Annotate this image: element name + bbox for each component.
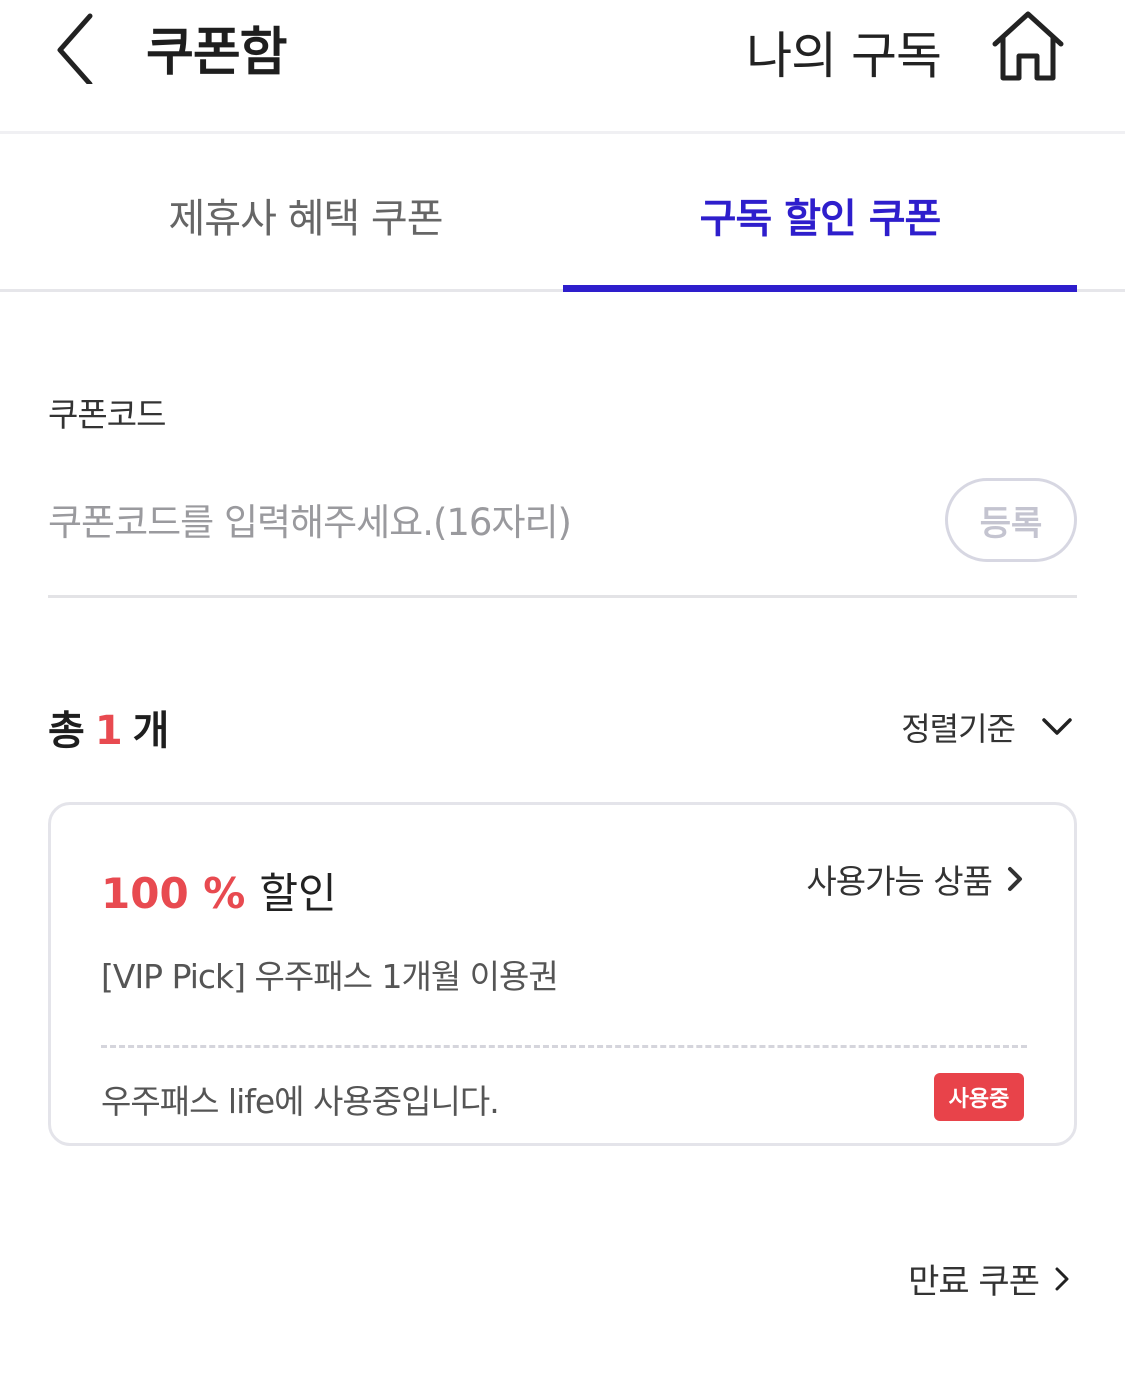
total-suffix: 개 [132, 708, 170, 754]
coupon-card: 100 % 할인 사용가능 상품 [VIP Pick] 우주패스 1개월 이용권… [48, 802, 1077, 1146]
home-button[interactable] [989, 8, 1067, 82]
register-button[interactable]: 등록 [945, 478, 1077, 562]
page-title: 쿠폰함 [146, 23, 288, 83]
dashed-divider [101, 1045, 1027, 1048]
discount-percent: 100 % [101, 869, 246, 918]
tab-subscription-coupons[interactable]: 구독 할인 쿠폰 [563, 137, 1077, 292]
available-products-label: 사용가능 상품 [806, 862, 993, 901]
chevron-right-icon [1055, 1267, 1069, 1290]
chevron-right-icon [1008, 867, 1022, 891]
discount-word: 할인 [259, 869, 337, 918]
home-icon [992, 11, 1064, 81]
coupon-total: 총 1 개 [48, 698, 169, 756]
sort-label: 정렬기준 [901, 710, 1016, 748]
expired-coupons-label: 만료 쿠폰 [908, 1262, 1040, 1302]
coupon-code-input[interactable] [48, 490, 928, 554]
status-badge: 사용중 [934, 1073, 1024, 1121]
chevron-left-icon [57, 13, 93, 87]
back-button[interactable] [48, 8, 108, 87]
my-subscription-link[interactable]: 나의 구독 [746, 16, 942, 88]
sort-dropdown[interactable]: 정렬기준 [901, 704, 1073, 750]
expired-coupons-link[interactable]: 만료 쿠폰 [908, 1254, 1071, 1303]
divider [48, 595, 1077, 598]
coupon-code-label: 쿠폰코드 [48, 395, 166, 434]
app-header: 쿠폰함 나의 구독 [0, 0, 1125, 134]
chevron-down-icon [1042, 718, 1072, 735]
total-prefix: 총 [48, 708, 85, 754]
discount-amount: 100 % 할인 [101, 860, 337, 921]
coupon-product-name: [VIP Pick] 우주패스 1개월 이용권 [101, 957, 559, 996]
tab-partner-coupons[interactable]: 제휴사 혜택 쿠폰 [48, 137, 563, 292]
available-products-link[interactable]: 사용가능 상품 [806, 855, 1024, 903]
coupon-status-text: 우주패스 life에 사용중입니다. [101, 1082, 500, 1121]
total-count: 1 [94, 708, 123, 754]
coupon-tabs: 제휴사 혜택 쿠폰 구독 할인 쿠폰 [0, 137, 1125, 292]
active-tab-indicator [563, 285, 1077, 292]
